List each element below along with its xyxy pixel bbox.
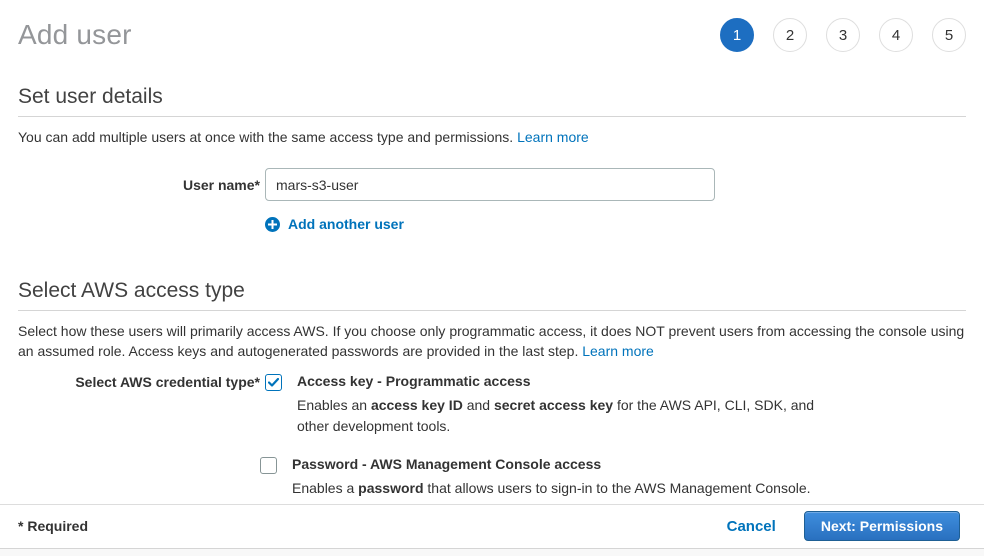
step-4-indicator: 4 [879, 18, 913, 52]
password-checkbox[interactable] [260, 457, 277, 474]
password-option: Password - AWS Management Console access… [260, 456, 825, 499]
check-icon [268, 378, 279, 387]
wizard-step-indicator: 1 2 3 4 5 [720, 18, 966, 52]
add-user-wizard-page: Add user 1 2 3 4 5 Set user details You … [0, 0, 984, 556]
step-2-indicator: 2 [773, 18, 807, 52]
select-access-type-heading: Select AWS access type [18, 279, 966, 303]
access-type-intro: Select how these users will primarily ac… [18, 321, 966, 361]
add-another-user-button[interactable]: Add another user [265, 216, 966, 232]
desc-bold: secret access key [494, 397, 613, 413]
user-name-row: User name* [18, 168, 966, 201]
access-key-option: Access key - Programmatic access Enables… [265, 373, 825, 437]
add-another-user-label: Add another user [288, 216, 404, 232]
desc-text: Enables an [297, 397, 371, 413]
user-name-label: User name* [18, 168, 260, 193]
section-divider [18, 310, 966, 311]
step-1-indicator: 1 [720, 18, 754, 52]
cancel-button[interactable]: Cancel [727, 518, 776, 535]
set-user-details-heading: Set user details [18, 85, 966, 109]
wizard-footer: * Required Cancel Next: Permissions [0, 504, 984, 556]
step-3-indicator: 3 [826, 18, 860, 52]
page-title: Add user [18, 19, 132, 51]
page-header: Add user 1 2 3 4 5 [0, 0, 984, 52]
user-details-intro-text: You can add multiple users at once with … [18, 129, 513, 145]
access-key-title: Access key - Programmatic access [297, 373, 825, 389]
user-details-intro: You can add multiple users at once with … [18, 127, 966, 147]
desc-bold: access key ID [371, 397, 463, 413]
learn-more-link-access-type[interactable]: Learn more [582, 343, 654, 359]
section-divider [18, 116, 966, 117]
credential-type-label: Select AWS credential type* [18, 373, 260, 390]
desc-text: that allows users to sign-in to the AWS … [424, 480, 811, 496]
desc-bold: password [358, 480, 423, 496]
access-type-intro-text: Select how these users will primarily ac… [18, 323, 964, 359]
bottom-strip [0, 548, 984, 556]
desc-text: Enables a [292, 480, 358, 496]
password-title: Password - AWS Management Console access [292, 456, 811, 472]
desc-text: and [463, 397, 494, 413]
required-note: * Required [18, 518, 88, 534]
step-5-indicator: 5 [932, 18, 966, 52]
user-name-input[interactable] [265, 168, 715, 201]
access-key-description: Enables an access key ID and secret acce… [297, 395, 825, 437]
plus-circle-icon [265, 217, 280, 232]
next-permissions-button[interactable]: Next: Permissions [804, 511, 960, 541]
password-description: Enables a password that allows users to … [292, 478, 811, 499]
credential-type-row: Select AWS credential type* Access key -… [18, 373, 966, 499]
learn-more-link-user-details[interactable]: Learn more [517, 129, 589, 145]
access-key-checkbox[interactable] [265, 374, 282, 391]
